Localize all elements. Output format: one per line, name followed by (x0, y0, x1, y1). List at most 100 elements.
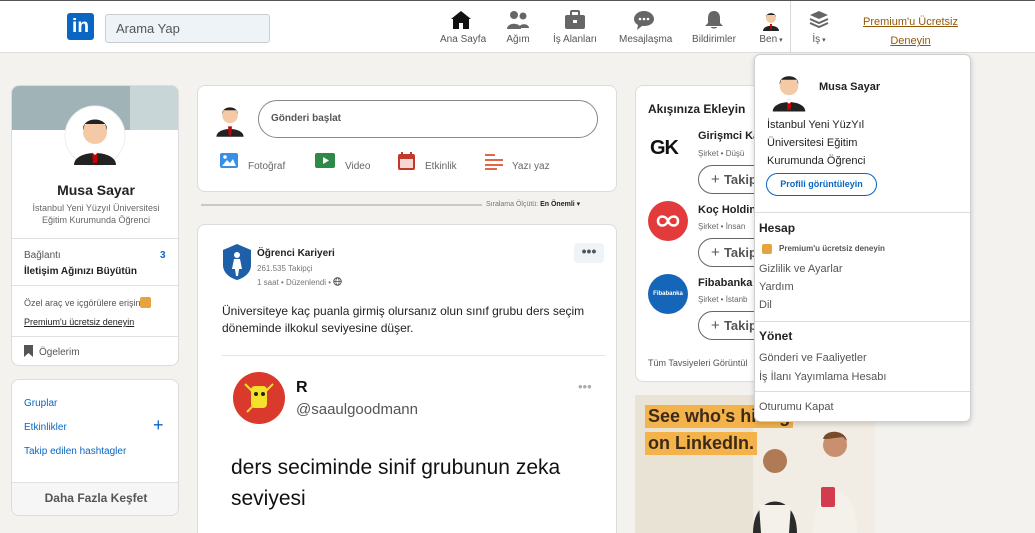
composer-avatar[interactable] (210, 98, 250, 138)
grid-icon (809, 11, 829, 29)
embed-more-icon: ••• (578, 379, 592, 394)
job-posting-account-link[interactable]: İş İlanı Yayımlama Hesabı (759, 371, 886, 383)
grow-network-link[interactable]: İletişim Ağınızı Büyütün (24, 266, 137, 277)
community-card: Gruplar Etkinlikler + Takip edilen hasht… (11, 379, 179, 516)
suggestion-sub: Şirket • Düşü (698, 149, 745, 158)
privacy-settings-link[interactable]: Gizlilik ve Ayarlar (759, 263, 843, 275)
nav-jobs-label: İş Alanları (553, 34, 597, 45)
fibabanka-logo[interactable]: Fibabanka (648, 274, 688, 314)
nav-home-label: Ana Sayfa (440, 34, 487, 45)
embed-text: ders seciminde sinif grubunun zeka seviy… (231, 456, 561, 510)
profile-name[interactable]: Musa Sayar (12, 182, 178, 198)
start-post-input[interactable]: Gönderi başlat (258, 100, 598, 138)
post-more-options-icon[interactable]: ••• (574, 243, 604, 263)
sort-divider (201, 204, 482, 206)
suggestion-name[interactable]: Girişmci Ka (698, 130, 759, 142)
profile-card: Musa Sayar İstanbul Yeni Yüzyıl Üniversi… (11, 85, 179, 366)
saved-items-link[interactable]: Ögelerim (39, 347, 80, 358)
bell-icon (705, 11, 723, 29)
nav-network-label: Ağım (506, 34, 530, 45)
post-followers: 261.535 Takipçi (257, 264, 313, 273)
linkedin-logo[interactable]: in (67, 13, 94, 40)
follow-label: Takip (723, 318, 757, 333)
divider (12, 336, 178, 337)
company-logo[interactable] (222, 243, 252, 281)
nav-notifications-label: Bildirimler (692, 34, 736, 45)
connections-label[interactable]: Bağlantı (24, 250, 61, 261)
write-article-label: Yazı yaz (512, 161, 550, 172)
help-link[interactable]: Yardım (759, 281, 794, 293)
nav-me[interactable]: Ben ▾ (758, 9, 784, 45)
nav-jobs[interactable]: İş Alanları (553, 9, 597, 45)
feed-post: Öğrenci Kariyeri 261.535 Takipçi 1 saat … (197, 224, 617, 533)
photo-icon (220, 153, 238, 168)
premium-try-link[interactable]: Premium'u ücretsiz deneyin (24, 317, 134, 327)
event-label: Etkinlik (425, 161, 457, 172)
post-author[interactable]: Öğrenci Kariyeri (257, 248, 335, 259)
premium-badge-icon (140, 297, 151, 308)
premium-trial-link[interactable]: Premium'u Ücretsiz Deneyin (858, 13, 963, 51)
koc-logo[interactable] (648, 201, 688, 241)
suggestion-sub: Şirket • İstanb (698, 295, 748, 304)
video-icon (315, 153, 335, 168)
briefcase-icon (565, 10, 585, 29)
suggestion-sub: Şirket • İnsan (698, 222, 746, 231)
premium-badge-icon (762, 244, 772, 254)
avatar (760, 9, 782, 31)
sort-value: En Önemli (540, 201, 575, 208)
view-profile-button[interactable]: Profili görüntüleyin (766, 173, 877, 196)
post-meta: 1 saat • Düzenlendi • (257, 277, 343, 287)
discover-more-button[interactable]: Daha Fazla Keşfet (12, 491, 178, 505)
groups-link[interactable]: Gruplar (24, 398, 57, 409)
profile-avatar[interactable] (64, 105, 126, 167)
manage-heading: Yönet (759, 329, 793, 343)
network-icon (507, 11, 529, 29)
events-link[interactable]: Etkinlikler (24, 422, 67, 433)
premium-link-line2: Deneyin (890, 35, 931, 47)
calendar-icon (398, 152, 415, 170)
all-recommendations-link[interactable]: Tüm Tavsiyeleri Görüntül (648, 358, 747, 368)
followed-hashtags-link[interactable]: Takip edilen hashtagler (24, 446, 126, 457)
suggestions-title: Akışınıza Ekleyin (648, 102, 746, 116)
dropdown-avatar[interactable] (765, 65, 813, 113)
premium-link-line1: Premium'u Ücretsiz (862, 16, 958, 28)
profile-headline: İstanbul Yeni Yüzyıl Üniversitesi Eğitim… (32, 203, 160, 225)
connections-count[interactable]: 3 (160, 250, 166, 261)
divider (222, 355, 605, 356)
nav-divider (790, 1, 791, 53)
language-link[interactable]: Dil (759, 299, 772, 311)
dropdown-name[interactable]: Musa Sayar (819, 81, 880, 93)
post-text: Üniversiteye kaç puanla girmiş olursanız… (222, 304, 585, 335)
posts-activity-link[interactable]: Gönderi ve Faaliyetler (759, 352, 867, 364)
dropdown-headline-line3: Kurumunda Öğrenci (767, 155, 866, 167)
post-composer: Gönderi başlat Fotoğraf Video Etkinlik Y… (197, 85, 617, 192)
dropdown-headline: İstanbul Yeni YüzYıl Üniversitesi Eğitim… (767, 116, 865, 170)
nav-messaging-label: Mesajlaşma (619, 34, 673, 45)
sign-out-link[interactable]: Oturumu Kapat (759, 401, 834, 413)
divider (12, 285, 178, 286)
globe-icon (333, 277, 343, 286)
suggestion-name[interactable]: Fibabanka (698, 277, 752, 289)
home-icon (451, 11, 471, 29)
post-meta-text: 1 saat • Düzenlendi • (257, 278, 332, 287)
account-heading: Hesap (759, 221, 796, 235)
nav-home[interactable]: Ana Sayfa (440, 9, 486, 45)
nav-messaging[interactable]: Mesajlaşma (619, 9, 673, 45)
photo-label: Fotoğraf (248, 161, 286, 172)
embed-avatar (233, 372, 285, 424)
follow-label: Takip (723, 245, 757, 260)
nav-notifications[interactable]: Bildirimler (692, 9, 736, 45)
dropdown-headline-line2: Üniversitesi Eğitim (767, 137, 858, 149)
article-icon (485, 154, 503, 170)
nav-work-label: İş (812, 34, 821, 45)
suggestion-name[interactable]: Koç Holdin (698, 204, 756, 216)
add-event-icon[interactable]: + (153, 416, 164, 434)
nav-network[interactable]: Ağım (504, 9, 532, 45)
gk-logo[interactable]: GK (650, 137, 679, 160)
ad-people-image (753, 431, 857, 533)
follow-label: Takip (723, 172, 757, 187)
nav-work[interactable]: İş ▾ (807, 9, 831, 45)
sort-by[interactable]: Sıralama Ölçütü: En Önemli ▾ (486, 200, 580, 208)
dropdown-premium-link[interactable]: Premium'u ücretsiz deneyin (779, 244, 885, 253)
search-input[interactable]: Arama Yap (105, 14, 270, 43)
